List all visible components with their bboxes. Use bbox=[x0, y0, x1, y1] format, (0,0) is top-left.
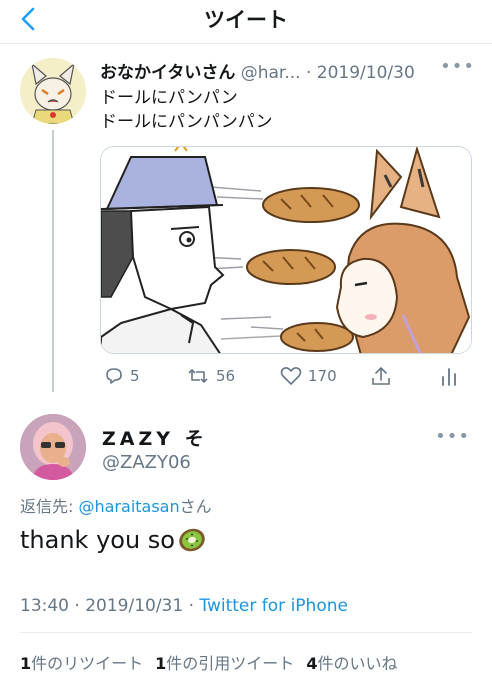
page-title: ツイート bbox=[204, 8, 288, 32]
quotes-stat[interactable]: 1件の引用ツイート bbox=[155, 654, 294, 673]
reply-icon bbox=[106, 368, 122, 384]
reply-to-handle[interactable]: @haraitasan bbox=[78, 497, 179, 516]
quotes-label: 件の引用ツイート bbox=[166, 654, 295, 673]
reply-name-suffix: そ bbox=[184, 428, 208, 450]
drawing-image bbox=[101, 147, 471, 353]
reply-to-line: 返信先: @haraitasanさん bbox=[20, 493, 212, 517]
quotes-count: 1 bbox=[155, 654, 167, 673]
reply-to-suffix: さん bbox=[179, 497, 212, 516]
top-bar: ツイート bbox=[0, 0, 492, 44]
divider bbox=[20, 632, 472, 633]
parent-avatar[interactable] bbox=[20, 58, 86, 124]
share-action[interactable] bbox=[370, 362, 392, 390]
kiwi-icon bbox=[179, 528, 205, 552]
reply-more-icon[interactable]: ••• bbox=[435, 426, 470, 447]
retweet-action[interactable]: 56 bbox=[186, 362, 235, 390]
retweets-stat[interactable]: 1件のリツイート bbox=[20, 654, 143, 673]
likes-stat[interactable]: 4件のいいね bbox=[306, 654, 397, 673]
retweet-count: 56 bbox=[216, 367, 236, 385]
reply-author-name[interactable]: ZAZY そ bbox=[102, 424, 208, 451]
reply-text: thank you so bbox=[20, 526, 175, 554]
parent-actions: 5 56 170 bbox=[100, 362, 472, 390]
reply-tweet-text: thank you so bbox=[20, 526, 207, 554]
heart-icon bbox=[280, 367, 302, 385]
analytics-action[interactable] bbox=[440, 362, 458, 390]
thread-line bbox=[52, 130, 54, 392]
parent-more-icon[interactable]: ••• bbox=[440, 56, 475, 77]
engagement-stats: 1件のリツイート 1件の引用ツイート 4件のいいね bbox=[20, 650, 397, 674]
parent-tweet-header: おなかイタいさん @har... · 2019/10/30 ••• bbox=[100, 56, 475, 84]
likes-count: 4 bbox=[306, 654, 318, 673]
analytics-icon bbox=[442, 368, 456, 386]
likes-label: 件のいいね bbox=[317, 654, 398, 673]
reply-name-text: ZAZY bbox=[102, 428, 175, 450]
parent-author-name[interactable]: おなかイタいさん bbox=[100, 63, 235, 83]
like-count: 170 bbox=[308, 367, 337, 385]
tweet-timestamp: 13:40 · 2019/10/31 · Twitter for iPhone bbox=[20, 596, 348, 616]
share-icon bbox=[372, 367, 390, 385]
timestamp-text[interactable]: 13:40 · 2019/10/31 · bbox=[20, 596, 199, 616]
reply-author-handle[interactable]: @ZAZY06 bbox=[102, 452, 191, 473]
retweet-icon bbox=[188, 369, 208, 383]
reply-count: 5 bbox=[130, 367, 140, 385]
fox-avatar-icon bbox=[20, 58, 86, 124]
reply-avatar[interactable] bbox=[20, 414, 86, 480]
parent-tweet-line: ドールにパンパンパン bbox=[100, 112, 273, 132]
parent-author-handle[interactable]: @har... bbox=[241, 63, 301, 83]
source-app-link[interactable]: Twitter for iPhone bbox=[199, 596, 348, 616]
tweet-media-image[interactable] bbox=[100, 146, 472, 354]
retweets-count: 1 bbox=[20, 654, 32, 673]
retweets-label: 件のリツイート bbox=[31, 654, 144, 673]
parent-tweet-line: ドールにパンパン bbox=[100, 88, 238, 108]
reply-to-prefix: 返信先: bbox=[20, 497, 79, 516]
reply-action[interactable]: 5 bbox=[104, 362, 140, 390]
like-action[interactable]: 170 bbox=[280, 362, 337, 390]
parent-tweet-text: ドールにパンパン ドールにパンパンパン bbox=[100, 86, 273, 134]
user-photo-icon bbox=[20, 414, 86, 480]
parent-tweet-date[interactable]: · 2019/10/30 bbox=[306, 63, 415, 83]
